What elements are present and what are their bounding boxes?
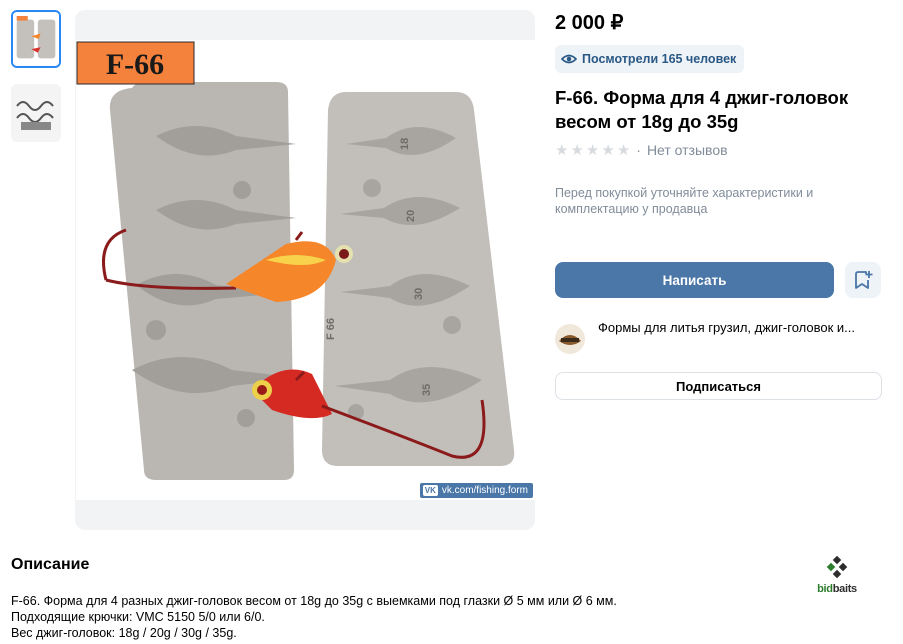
- star-icon: ★: [601, 141, 615, 159]
- mold-mark-18: 18: [399, 138, 411, 150]
- thumbnail-1[interactable]: [11, 10, 61, 68]
- write-button[interactable]: Написать: [555, 262, 834, 298]
- rating: ★ ★ ★ ★ ★ · Нет отзывов: [555, 142, 728, 158]
- description-heading: Описание: [11, 556, 90, 573]
- seller-note: Перед покупкой уточняйте характеристики …: [555, 186, 814, 216]
- shop-name[interactable]: Формы для литья грузил, джиг-головок и..…: [598, 320, 855, 335]
- star-icon: ★: [555, 141, 569, 159]
- watermark-text: vk.com/fishing.form: [441, 485, 528, 496]
- mold-mark-35: 35: [421, 384, 433, 396]
- mold-mark-f66: F 66: [325, 318, 337, 340]
- bidbaits-logo: bidbaits: [811, 555, 863, 596]
- description-line: F-66. Форма для 4 разных джиг-головок ве…: [11, 594, 617, 608]
- bookmark-add-icon: [855, 271, 873, 289]
- reviews-link[interactable]: Нет отзывов: [647, 142, 728, 158]
- mold-mark-30: 30: [413, 288, 425, 300]
- description-text: F-66. Форма для 4 разных джиг-головок ве…: [11, 593, 617, 641]
- shop-avatar[interactable]: [555, 324, 585, 354]
- star-icon: ★: [585, 141, 600, 159]
- views-count: Посмотрели 165 человек: [582, 52, 737, 66]
- views-badge: Посмотрели 165 человек: [555, 45, 745, 73]
- eye-icon: [561, 54, 577, 64]
- star-icon: ★: [616, 141, 631, 159]
- subscribe-button[interactable]: Подписаться: [555, 372, 882, 400]
- bidbaits-mark-icon: [826, 555, 848, 579]
- logo-baits: baits: [832, 583, 857, 595]
- mold-mark-20: 20: [405, 210, 417, 222]
- product-price: 2 000 ₽: [555, 12, 624, 34]
- star-icon: ★: [570, 141, 584, 159]
- thumbnail-2[interactable]: [11, 84, 61, 142]
- product-photo[interactable]: 18 20 30 35 F 66 F-66 VK vk.com/fishing.…: [76, 40, 535, 500]
- product-title: F-66. Форма для 4 джиг-головок весом от …: [555, 87, 849, 132]
- rating-separator: ·: [636, 142, 641, 158]
- vk-logo: VK: [422, 485, 438, 496]
- photo-watermark: VK vk.com/fishing.form: [419, 483, 533, 498]
- thumbnail-list: [11, 10, 63, 158]
- logo-bid: bid: [817, 583, 833, 595]
- bookmark-button[interactable]: [845, 262, 881, 298]
- description-line: Вес джиг-головок: 18g / 20g / 30g / 35g.: [11, 626, 237, 640]
- description-line: Подходящие крючки: VMC 5150 5/0 или 6/0.: [11, 610, 265, 624]
- shop-row[interactable]: Формы для литья грузил, джиг-головок и..…: [555, 318, 885, 358]
- photo-label: F-66: [106, 48, 164, 81]
